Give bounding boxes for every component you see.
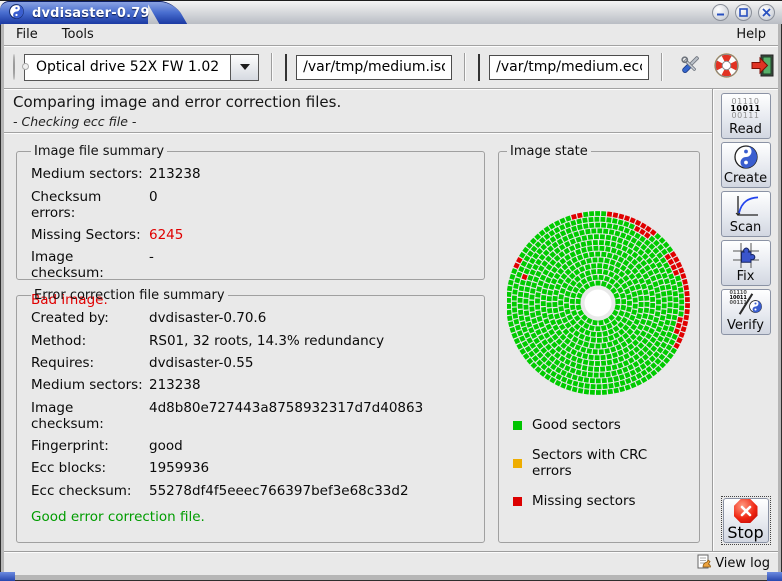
summary-row: Image checksum:4d8b80e727443a8758932317d… <box>31 397 474 435</box>
resize-corner-left[interactable] <box>0 572 15 581</box>
status-header: Comparing image and error correction fil… <box>4 89 712 133</box>
window-title: dvdisaster-0.79 <box>32 6 150 21</box>
menu-help[interactable]: Help <box>734 26 768 43</box>
resize-corner-right[interactable] <box>767 572 782 581</box>
drive-selector-dropdown-button[interactable] <box>230 55 258 80</box>
fix-button[interactable]: Fix <box>721 240 771 286</box>
window-body: File Tools Help Optical drive 52X FW 1.0… <box>1 24 781 580</box>
summary-row: Requires:dvdisaster-0.55 <box>31 352 474 374</box>
view-log-button[interactable]: View log <box>715 556 770 571</box>
summary-row: Missing Sectors:6245 <box>31 224 474 246</box>
toolbar-separator <box>464 53 466 81</box>
exit-icon[interactable] <box>749 52 776 83</box>
ecc-status-text: Good error correction file. <box>31 509 474 525</box>
summary-row: Image checksum:- <box>31 246 474 284</box>
ecc-file-summary-legend: Error correction file summary <box>31 288 228 303</box>
summary-row: Checksum errors:0 <box>31 185 474 223</box>
image-file-input[interactable] <box>296 55 452 80</box>
fix-puzzle-icon <box>722 241 770 269</box>
scan-button[interactable]: Scan <box>721 191 771 237</box>
image-state-legend: Image state <box>507 144 591 159</box>
action-sidebar: 01110 10011 00111 Read Create <box>712 89 778 551</box>
sector-spiral <box>507 163 691 409</box>
toolbar: Optical drive 52X FW 1.02 011 10011 0011… <box>4 46 778 89</box>
image-file-summary-legend: Image file summary <box>31 144 167 159</box>
stop-button-focus-frame: Stop <box>721 496 771 545</box>
close-button[interactable] <box>758 4 775 21</box>
image-file-summary-panel: Image file summary Medium sectors:213238… <box>16 144 485 280</box>
menu-bar: File Tools Help <box>4 24 778 46</box>
image-file-icon: 011 10011 00111 <box>285 54 287 81</box>
missing-sector-swatch <box>513 497 522 506</box>
scan-graph-icon <box>722 192 770 220</box>
image-state-panel: Image state Good sectors Sectors wi <box>498 144 700 543</box>
summary-row: Medium sectors:213238 <box>31 374 474 396</box>
legend-item-good: Good sectors <box>513 417 691 433</box>
summary-row: Method:RS01, 32 roots, 14.3% redundancy <box>31 329 474 351</box>
help-lifebelt-icon[interactable] <box>713 52 740 83</box>
title-bar[interactable]: dvdisaster-0.79 <box>0 0 782 24</box>
toolbar-separator <box>271 53 273 81</box>
verify-icon: 01110 10011 00111 <box>722 290 770 318</box>
app-window: dvdisaster-0.79 File Tools Help Optical <box>0 0 782 581</box>
status-title: Comparing image and error correction fil… <box>13 93 703 111</box>
small-yinyang-icon <box>749 298 762 317</box>
create-button[interactable]: Create <box>721 142 771 188</box>
sector-legend: Good sectors Sectors with CRC errors Mis… <box>513 417 691 509</box>
summary-row: Ecc checksum:55278df4f5eeec766397bef3e68… <box>31 480 474 502</box>
crc-sector-swatch <box>513 459 522 468</box>
status-bar: View log <box>4 551 778 575</box>
summary-row: Medium sectors:213238 <box>31 163 474 185</box>
view-log-icon <box>697 554 712 574</box>
menu-file[interactable]: File <box>14 26 40 43</box>
ecc-file-icon <box>478 54 480 81</box>
summary-row: Fingerprint:good <box>31 435 474 457</box>
legend-item-crc: Sectors with CRC errors <box>513 447 691 479</box>
optical-drive-icon <box>13 54 15 80</box>
maximize-button[interactable] <box>735 4 752 21</box>
minimize-button[interactable] <box>712 4 729 21</box>
summary-row: Ecc blocks:1959936 <box>31 457 474 479</box>
app-yinyang-icon <box>9 4 24 23</box>
summary-row: Created by:dvdisaster-0.70.6 <box>31 307 474 329</box>
read-button[interactable]: 01110 10011 00111 Read <box>721 93 771 139</box>
stop-octagon-icon <box>734 499 758 523</box>
toolbar-separator <box>661 53 663 81</box>
read-binary-icon: 01110 10011 00111 <box>722 94 770 122</box>
legend-item-missing: Missing sectors <box>513 493 691 509</box>
ecc-file-summary-panel: Error correction file summary Created by… <box>16 288 485 543</box>
good-sector-swatch <box>513 421 522 430</box>
stop-button[interactable]: Stop <box>723 498 769 543</box>
verify-button[interactable]: 01110 10011 00111 Verify <box>721 289 771 335</box>
drive-selector-value: Optical drive 52X FW 1.02 <box>25 55 230 80</box>
preferences-tools-icon[interactable] <box>677 52 704 83</box>
ecc-file-input[interactable] <box>489 55 649 80</box>
drive-selector[interactable]: Optical drive 52X FW 1.02 <box>24 54 259 81</box>
chevron-down-icon <box>240 64 250 70</box>
menu-tools[interactable]: Tools <box>60 26 96 43</box>
create-yinyang-icon <box>722 143 770 171</box>
status-subtitle: - Checking ecc file - <box>13 114 703 129</box>
